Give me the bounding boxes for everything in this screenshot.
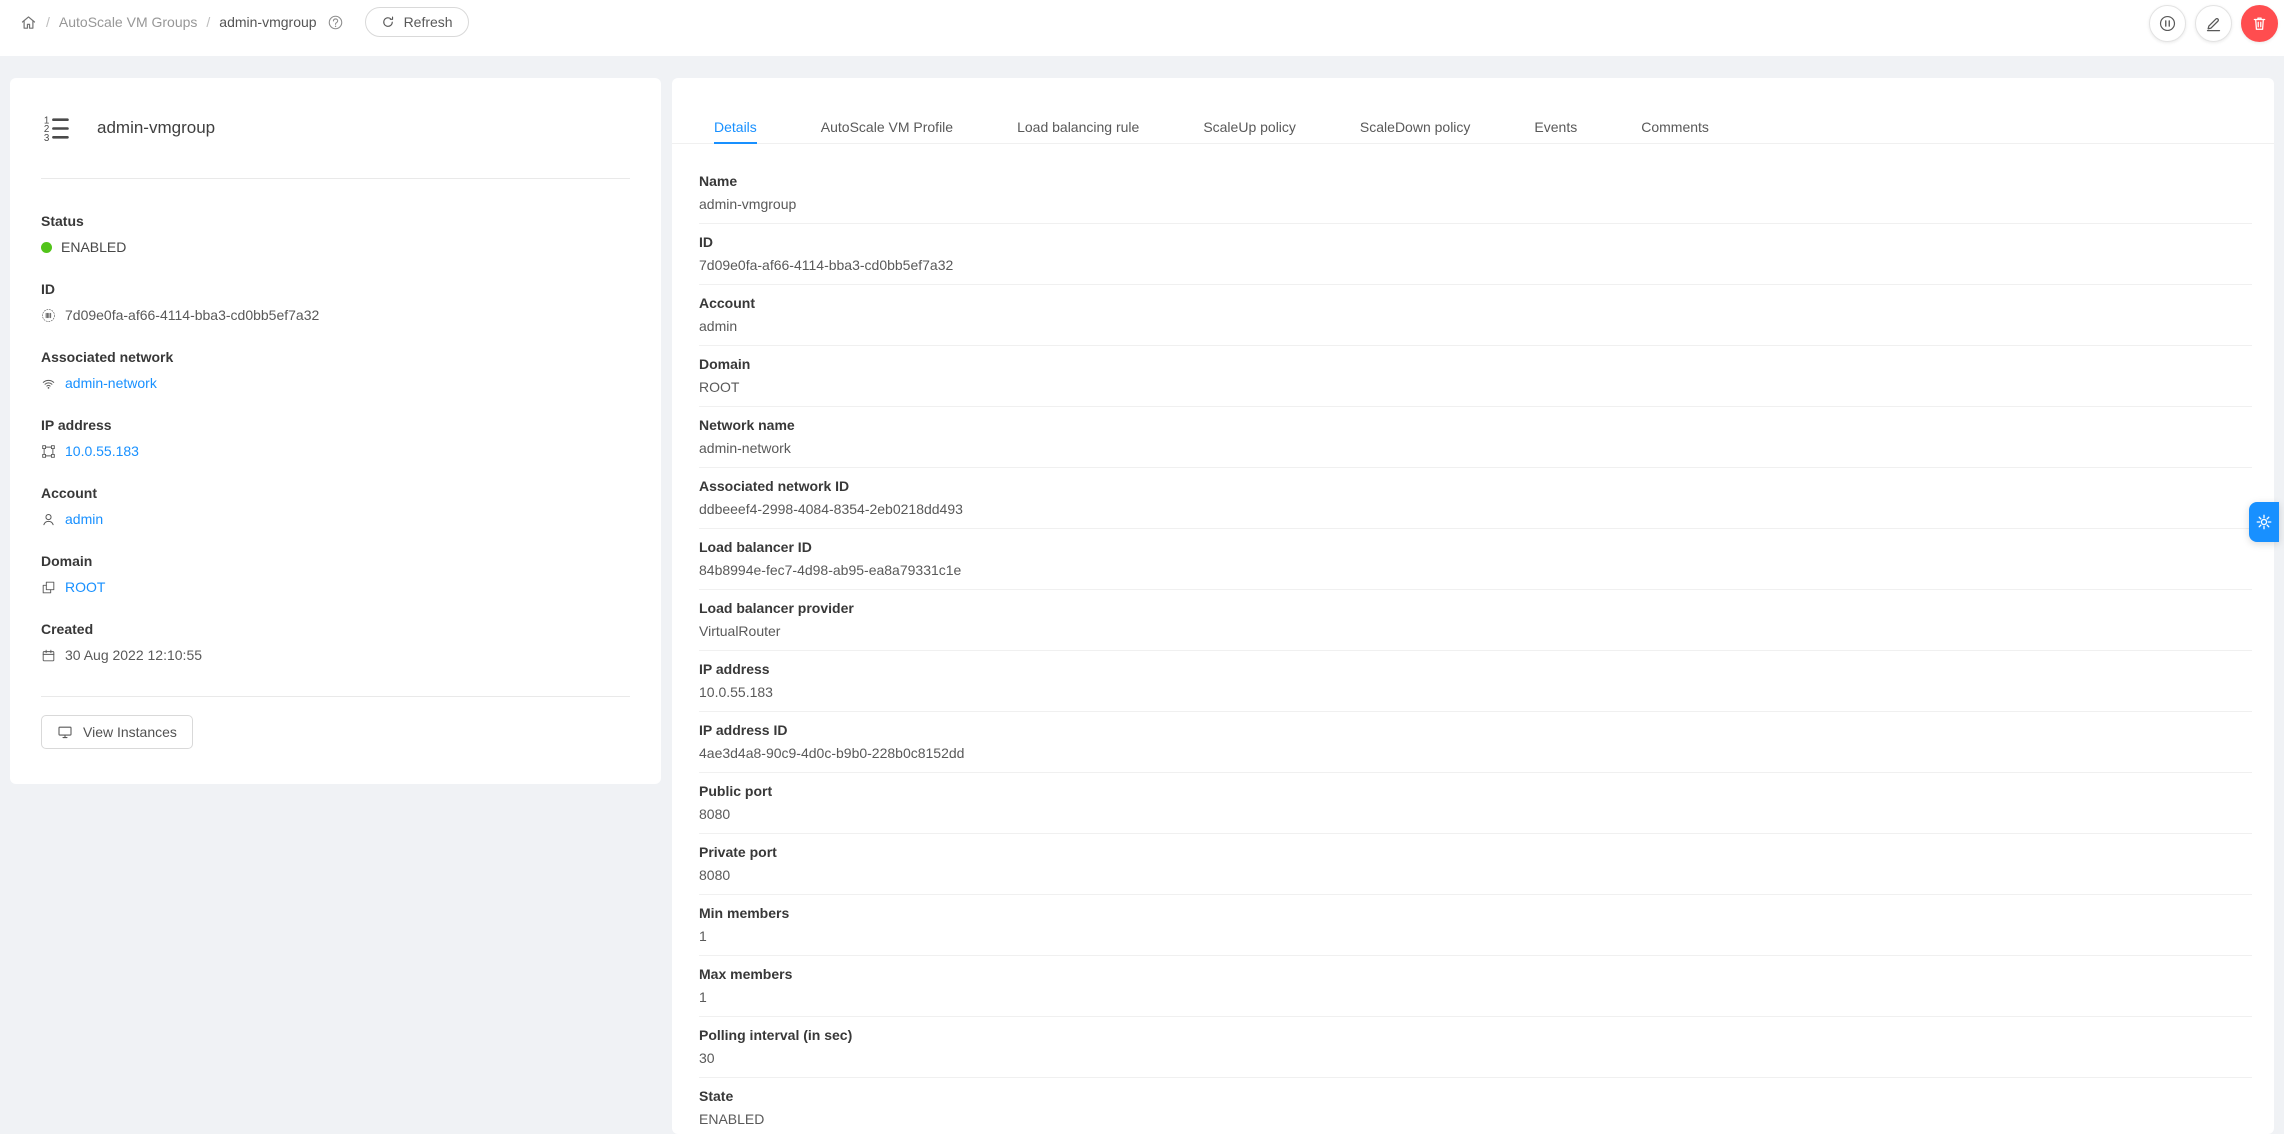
view-instances-button[interactable]: View Instances: [41, 715, 193, 749]
breadcrumb-separator: /: [206, 14, 211, 30]
detail-row-load-balancer-id: Load balancer ID 84b8994e-fec7-4d98-ab95…: [699, 529, 2252, 590]
reload-icon: [381, 15, 395, 29]
barcode-icon: [41, 308, 56, 323]
block-icon: [41, 580, 56, 595]
resource-fields: Status ENABLED ID 7d09e0fa-af66-4114-bba…: [10, 179, 661, 679]
summary-field-associated-network: Associated network admin-network: [41, 349, 174, 391]
detail-row-state: State ENABLED: [699, 1078, 2252, 1134]
edit-icon: [2204, 14, 2223, 33]
tab-events[interactable]: Events: [1534, 116, 1577, 143]
detail-row-domain: Domain ROOT: [699, 346, 2252, 407]
tab-scaledown-policy[interactable]: ScaleDown policy: [1360, 116, 1471, 143]
wifi-icon: [41, 376, 56, 391]
view-instances-label: View Instances: [83, 724, 177, 740]
resource-card-header: 123 admin-vmgroup: [10, 78, 661, 178]
detail-row-private-port: Private port 8080: [699, 834, 2252, 895]
refresh-button[interactable]: Refresh: [364, 7, 469, 37]
home-icon[interactable]: [20, 14, 37, 31]
calendar-icon: [41, 648, 56, 663]
tab-comments[interactable]: Comments: [1641, 116, 1709, 143]
detail-row-load-balancer-provider: Load balancer provider VirtualRouter: [699, 590, 2252, 651]
tab-details[interactable]: Details: [714, 116, 757, 144]
detail-row-max-members: Max members 1: [699, 956, 2252, 1017]
user-icon: [41, 512, 56, 527]
ordered-list-icon: 123: [41, 113, 72, 144]
summary-field-ip-address: IP address 10.0.55.183: [41, 417, 139, 459]
desktop-icon: [57, 724, 73, 740]
summary-field-created: Created 30 Aug 2022 12:10:55: [41, 621, 203, 663]
tab-bar: Details AutoScale VM Profile Load balanc…: [672, 78, 2274, 144]
resource-card-footer: View Instances: [10, 697, 661, 767]
refresh-label: Refresh: [403, 14, 453, 30]
svg-text:3: 3: [44, 132, 50, 143]
resource-summary-card: 123 admin-vmgroup Status ENABLED ID 7d09…: [10, 78, 661, 784]
detail-row-ip-address-id: IP address ID 4ae3d4a8-90c9-4d0c-b9b0-22…: [699, 712, 2252, 773]
detail-row-id: ID 7d09e0fa-af66-4114-bba3-cd0bb5ef7a32: [699, 224, 2252, 285]
delete-vmgroup-button[interactable]: [2241, 5, 2278, 42]
summary-field-domain: Domain ROOT: [41, 553, 106, 595]
pause-vmgroup-button[interactable]: [2149, 5, 2186, 42]
detail-row-name: Name admin-vmgroup: [699, 163, 2252, 224]
tab-scaleup-policy[interactable]: ScaleUp policy: [1203, 116, 1296, 143]
tab-autoscale-vm-profile[interactable]: AutoScale VM Profile: [821, 116, 953, 143]
breadcrumb-current: admin-vmgroup: [219, 14, 317, 30]
detail-row-min-members: Min members 1: [699, 895, 2252, 956]
breadcrumb-section-link[interactable]: AutoScale VM Groups: [59, 14, 198, 30]
breadcrumb: / AutoScale VM Groups / admin-vmgroup Re…: [20, 7, 469, 37]
delete-icon: [2250, 14, 2269, 33]
edit-vmgroup-button[interactable]: [2195, 5, 2232, 42]
pause-circle-icon: [2158, 14, 2177, 33]
header-actions: [2149, 5, 2278, 42]
summary-field-account: Account admin: [41, 485, 104, 527]
tab-load-balancing-rule[interactable]: Load balancing rule: [1017, 116, 1139, 143]
status-dot: [41, 241, 52, 253]
top-bar: / AutoScale VM Groups / admin-vmgroup Re…: [0, 0, 2284, 56]
detail-row-network-name: Network name admin-network: [699, 407, 2252, 468]
detail-card: Details AutoScale VM Profile Load balanc…: [672, 78, 2274, 1134]
gateway-icon: [41, 444, 56, 459]
detail-row-associated-network-id: Associated network ID ddbeeef4-2998-4084…: [699, 468, 2252, 529]
breadcrumb-separator: /: [46, 14, 50, 30]
detail-row-ip-address: IP address 10.0.55.183: [699, 651, 2252, 712]
detail-row-polling-interval-in-sec: Polling interval (in sec) 30: [699, 1017, 2252, 1078]
detail-row-public-port: Public port 8080: [699, 773, 2252, 834]
summary-field-id: ID 7d09e0fa-af66-4114-bba3-cd0bb5ef7a32: [41, 281, 320, 323]
question-circle-icon[interactable]: [327, 14, 344, 31]
summary-field-status: Status ENABLED: [41, 213, 127, 255]
resource-title: admin-vmgroup: [97, 118, 216, 137]
gear-icon: [2255, 513, 2273, 531]
detail-row-account: Account admin: [699, 285, 2252, 346]
detail-list: Name admin-vmgroup ID 7d09e0fa-af66-4114…: [672, 144, 2274, 1134]
settings-drawer-button[interactable]: [2249, 502, 2279, 542]
